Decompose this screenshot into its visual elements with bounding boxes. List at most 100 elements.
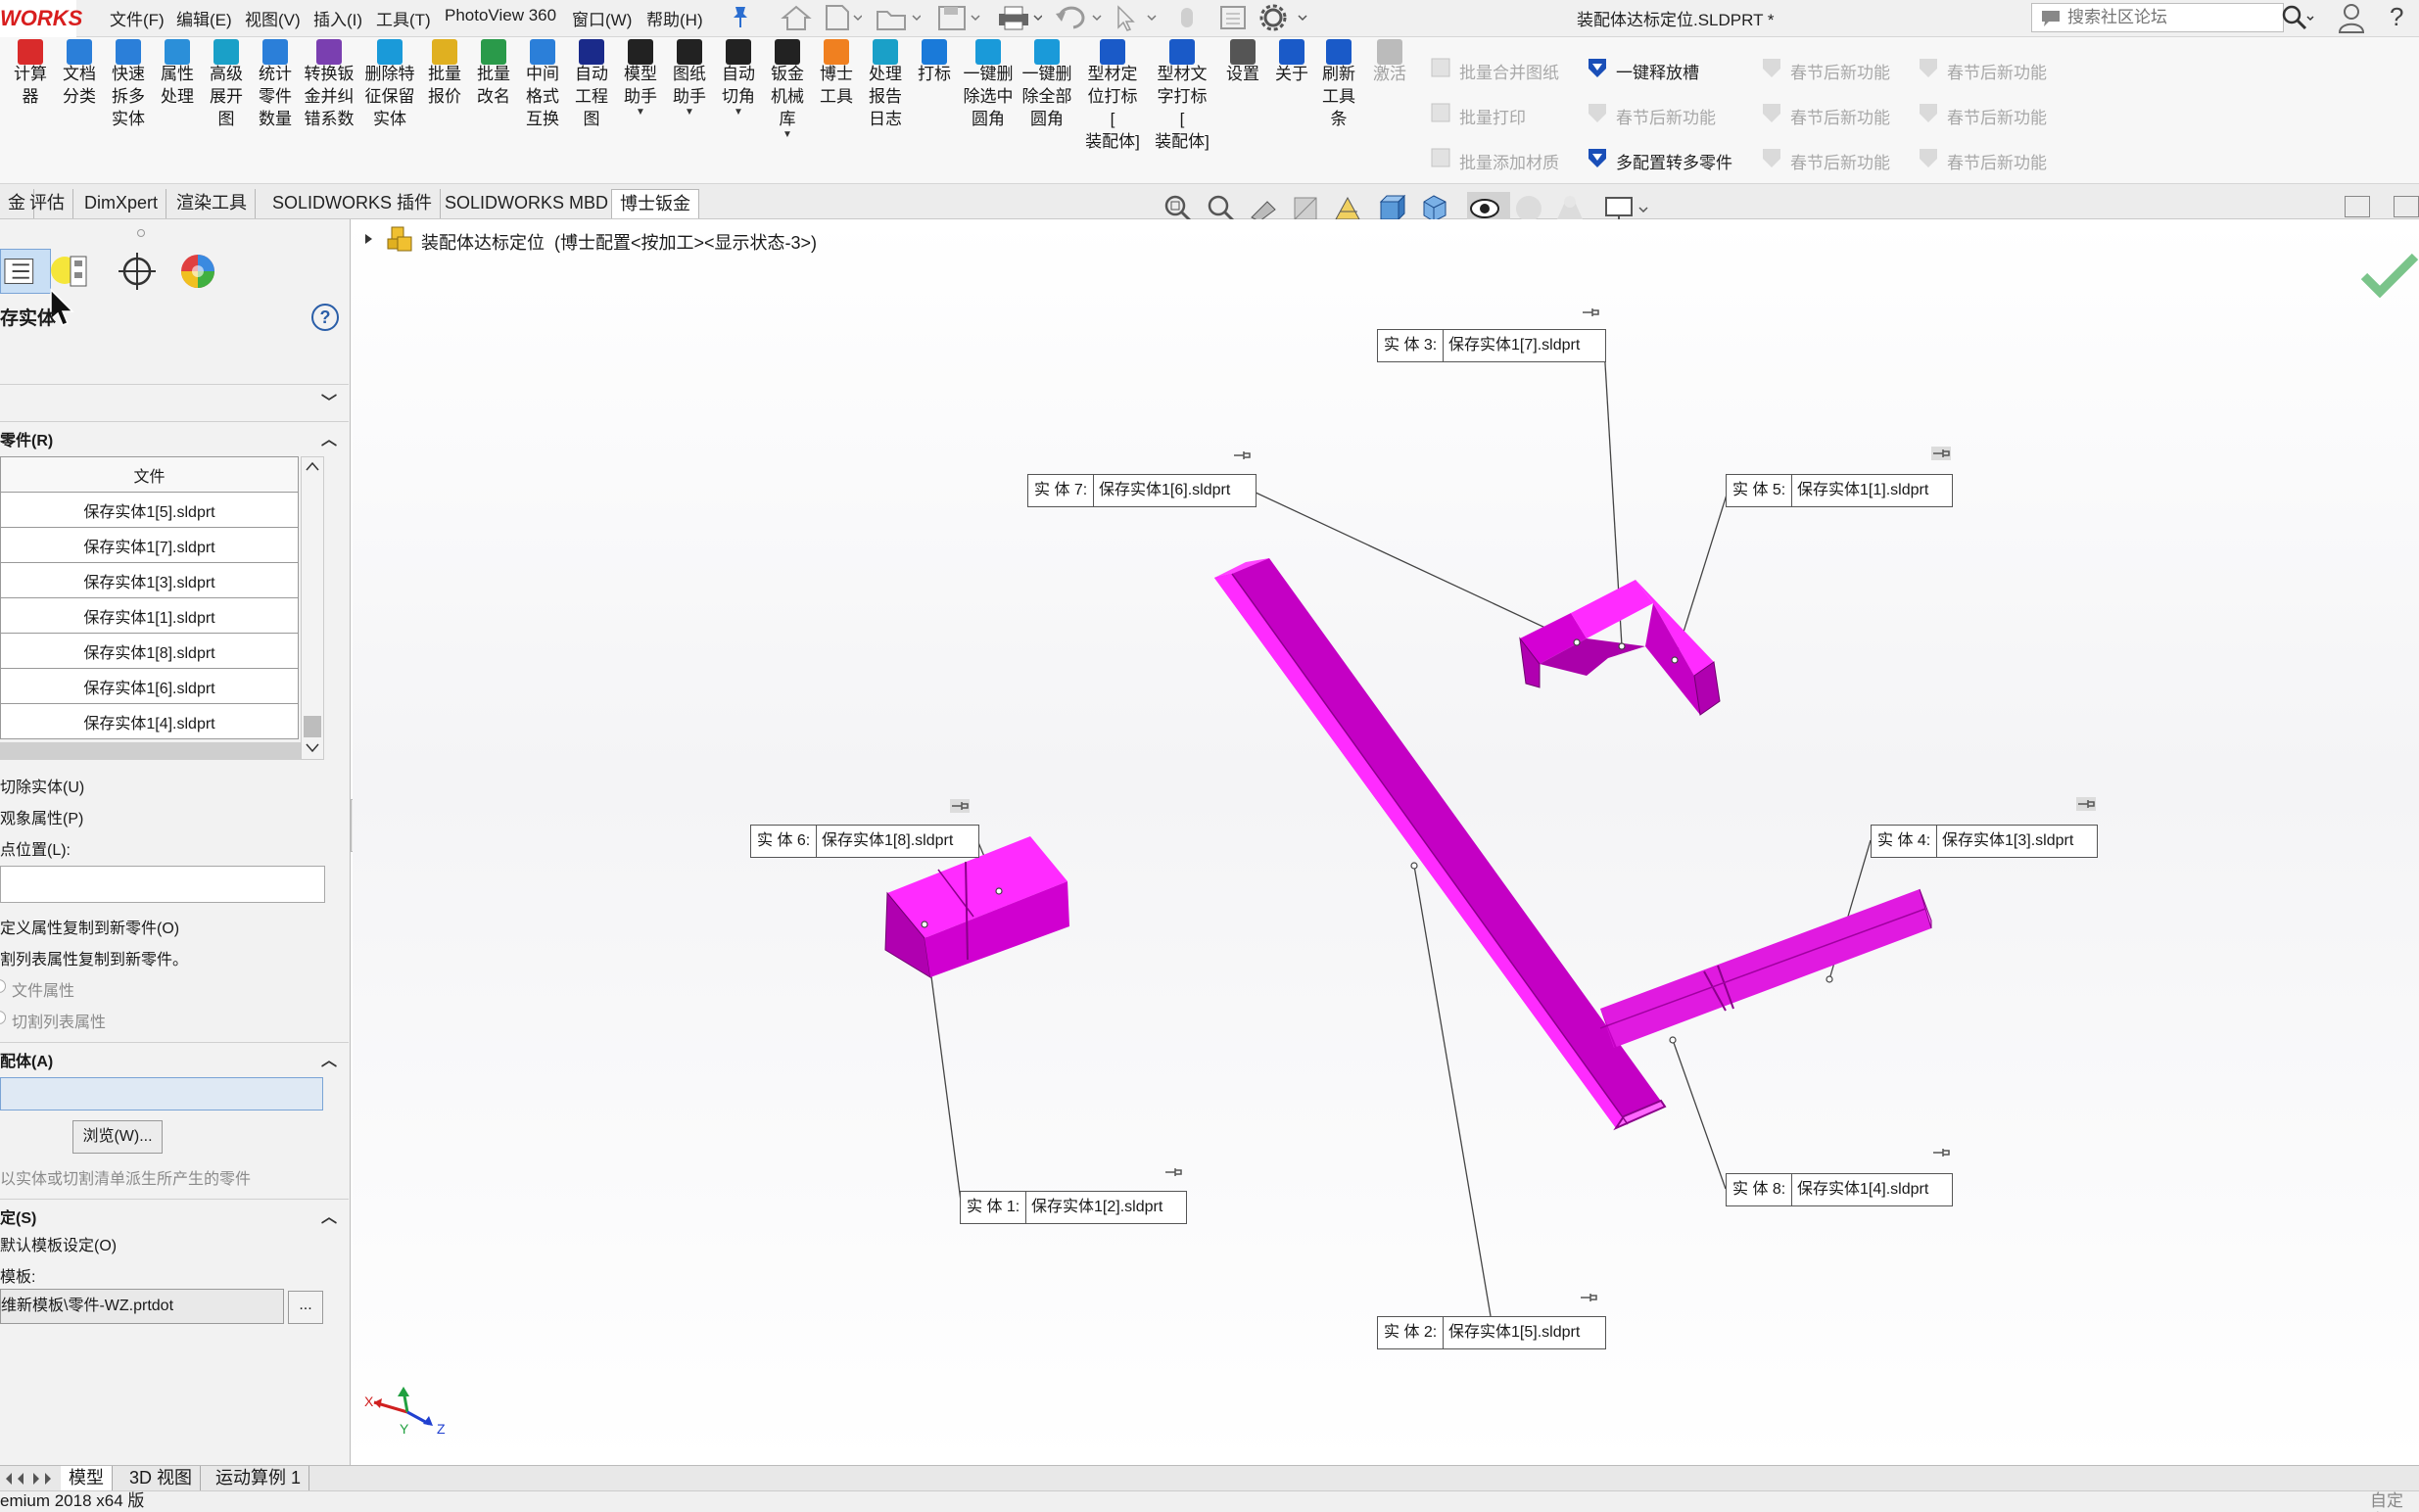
pin-icon[interactable] [730, 4, 751, 29]
table-cell[interactable]: 保存实体1[5].sldprt [0, 492, 299, 528]
tab-dimxpert[interactable]: DimXpert [76, 189, 167, 218]
table-row[interactable]: 保存实体1[8].sldprt [0, 633, 299, 669]
maximize-view-icon[interactable] [2394, 196, 2419, 217]
batch-print-button[interactable]: 批量打印 [1431, 103, 1526, 128]
settings-section-header[interactable]: 定(S) ︿ [0, 1199, 349, 1228]
tab-3d-view[interactable]: 3D 视图 [121, 1466, 202, 1491]
consume-bodies-option[interactable]: 切除实体(U) [0, 774, 84, 797]
table-header-file[interactable]: 文件 [0, 456, 299, 493]
new-document-icon[interactable] [823, 4, 862, 31]
callout-pin-icon[interactable] [1163, 1165, 1183, 1179]
menu-window[interactable]: 窗口(W) [572, 6, 632, 30]
batch-add-material-button[interactable]: 批量添加材质 [1431, 148, 1559, 173]
callout-pin-icon[interactable] [1232, 449, 1252, 462]
menu-edit[interactable]: 编辑(E) [176, 6, 232, 30]
ribbon-tool-button[interactable]: 激活 [1361, 39, 1418, 85]
save-icon[interactable] [936, 4, 981, 31]
chevron-up-icon[interactable]: ︿ [321, 1204, 337, 1227]
body-callout-6[interactable]: 实 体 6: 保存实体1[8].sldprt [750, 825, 979, 858]
callout-pin-icon[interactable] [950, 799, 970, 813]
spring-feature-button-1[interactable]: 春节后新功能 [1589, 104, 1716, 128]
ok-check-icon[interactable] [2360, 251, 2419, 298]
callout-pin-icon[interactable] [1581, 306, 1600, 319]
table-cell[interactable]: 保存实体1[4].sldprt [0, 703, 299, 739]
parts-section-header[interactable]: 零件(R) ︿ [0, 421, 349, 450]
ribbon-tool-button[interactable]: 统计 零件 数量 [247, 39, 304, 130]
radio-cutlist-properties[interactable]: 切割列表属性 [0, 1009, 106, 1032]
table-row[interactable]: 保存实体1[3].sldprt [0, 562, 299, 598]
status-custom-text[interactable]: 自定义 [2370, 1491, 2419, 1512]
table-cell[interactable]: 保存实体1[7].sldprt [0, 527, 299, 563]
browse-button[interactable]: 浏览(W)... [72, 1120, 163, 1154]
feature-manager-tab-icon[interactable] [0, 249, 51, 294]
body-callout-7[interactable]: 实 体 7: 保存实体1[6].sldprt [1027, 474, 1257, 507]
home-icon[interactable] [780, 4, 813, 31]
copy-cutlist-props-option[interactable]: 割列表属性复制到新零件。 [0, 946, 188, 969]
spring-feature-button-7[interactable]: 春节后新功能 [1920, 149, 2047, 173]
table-row[interactable]: 保存实体1[7].sldprt [0, 527, 299, 563]
template-browse-button[interactable]: ... [288, 1291, 323, 1324]
search-input[interactable] [2067, 7, 2234, 28]
message-section-header[interactable]: ﹀ [0, 384, 349, 413]
menu-tools[interactable]: 工具(T) [376, 6, 431, 30]
display-manager-tab-icon[interactable] [172, 249, 223, 294]
menu-file[interactable]: 文件(F) [110, 6, 165, 30]
spring-feature-button-5[interactable]: 春节后新功能 [1920, 59, 2047, 83]
multi-config-to-parts-button[interactable]: 多配置转多零件 [1589, 149, 1732, 173]
expand-arrow-icon[interactable] [364, 233, 374, 245]
panel-grip-handle[interactable] [137, 229, 145, 237]
chevron-up-icon[interactable]: ︿ [321, 426, 337, 449]
search-icon[interactable] [2280, 3, 2315, 32]
file-properties-icon[interactable] [1218, 4, 1248, 31]
spring-feature-button-6[interactable]: 春节后新功能 [1920, 104, 2047, 128]
dropdown-arrow-icon[interactable]: ▼ [759, 130, 816, 140]
search-box[interactable] [2031, 3, 2284, 32]
table-vertical-scrollbar[interactable] [301, 456, 324, 760]
undo-icon[interactable] [1054, 4, 1103, 31]
ribbon-tool-button[interactable]: 删除特 征保留 实体 [361, 39, 418, 130]
radio-file-properties[interactable]: 文件属性 [0, 977, 74, 1001]
help-question-icon[interactable]: ? [2390, 2, 2403, 32]
assembly-path-input[interactable] [0, 1077, 323, 1110]
ribbon-tool-button[interactable]: 型材文 字打标 [ 装配体] [1154, 39, 1210, 153]
tab-model[interactable]: 模型 [61, 1466, 113, 1491]
graphics-area[interactable]: 实 体 3: 保存实体1[7].sldprt 实 体 7: 保存实体1[6].sld… [353, 219, 2419, 1465]
table-cell[interactable]: 保存实体1[6].sldprt [0, 668, 299, 704]
batch-merge-drawings-button[interactable]: 批量合并图纸 [1431, 58, 1559, 83]
tab-motion-study-1[interactable]: 运动算例 1 [208, 1466, 310, 1491]
chevron-up-icon[interactable]: ︿ [321, 1047, 337, 1070]
body-callout-4[interactable]: 实 体 4: 保存实体1[3].sldprt [1871, 825, 2098, 858]
ribbon-tool-button[interactable]: 打标 [906, 39, 963, 85]
menu-view[interactable]: 视图(V) [245, 6, 301, 30]
table-cell[interactable]: 保存实体1[3].sldprt [0, 562, 299, 598]
body-callout-8[interactable]: 实 体 8: 保存实体1[4].sldprt [1726, 1173, 1953, 1206]
spring-feature-button-2[interactable]: 春节后新功能 [1763, 59, 1890, 83]
callout-pin-icon[interactable] [1931, 447, 1951, 460]
table-cell[interactable]: 保存实体1[1].sldprt [0, 597, 299, 634]
assembly-section-header[interactable]: 配体(A) ︿ [0, 1042, 349, 1071]
tab-evaluate[interactable]: 评估 [22, 189, 73, 218]
spring-feature-button-4[interactable]: 春节后新功能 [1763, 149, 1890, 173]
copy-custom-props-option[interactable]: 定义属性复制到新零件(O) [0, 915, 179, 938]
tube-body-branch[interactable] [1599, 888, 1932, 1052]
tab-solidworks-addins[interactable]: SOLIDWORKS 插件 [264, 189, 442, 218]
radio-button[interactable] [0, 979, 6, 993]
table-row[interactable]: 保存实体1[1].sldprt [0, 597, 299, 634]
template-path-field[interactable]: 维新模板\零件-WZ.prtdot [0, 1289, 284, 1324]
tab-render-tools[interactable]: 渲染工具 [168, 189, 256, 218]
restore-view-icon[interactable] [2345, 196, 2370, 217]
ribbon-tool-button[interactable]: 型材定 位打标 [ 装配体] [1084, 39, 1141, 153]
ribbon-tool-button[interactable]: 一键删 除选中 圆角 [960, 39, 1017, 130]
scroll-up-icon[interactable] [306, 461, 319, 471]
table-row[interactable]: 保存实体1[5].sldprt [0, 492, 299, 528]
select-cursor-icon[interactable] [1113, 4, 1160, 31]
options-gear-icon[interactable] [1257, 4, 1310, 31]
default-template-option[interactable]: 默认模板设定(O) [0, 1232, 117, 1255]
scroll-down-icon[interactable] [306, 743, 319, 753]
body-callout-5[interactable]: 实 体 5: 保存实体1[1].sldprt [1726, 474, 1953, 507]
ribbon-tool-button[interactable]: 转换钣 金并纠 错系数 [301, 39, 357, 130]
model-view[interactable] [353, 219, 2419, 1465]
tab-solidworks-mbd[interactable]: SOLIDWORKS MBD [437, 189, 618, 218]
menu-insert[interactable]: 插入(I) [313, 6, 362, 30]
callout-pin-icon[interactable] [2076, 797, 2096, 811]
